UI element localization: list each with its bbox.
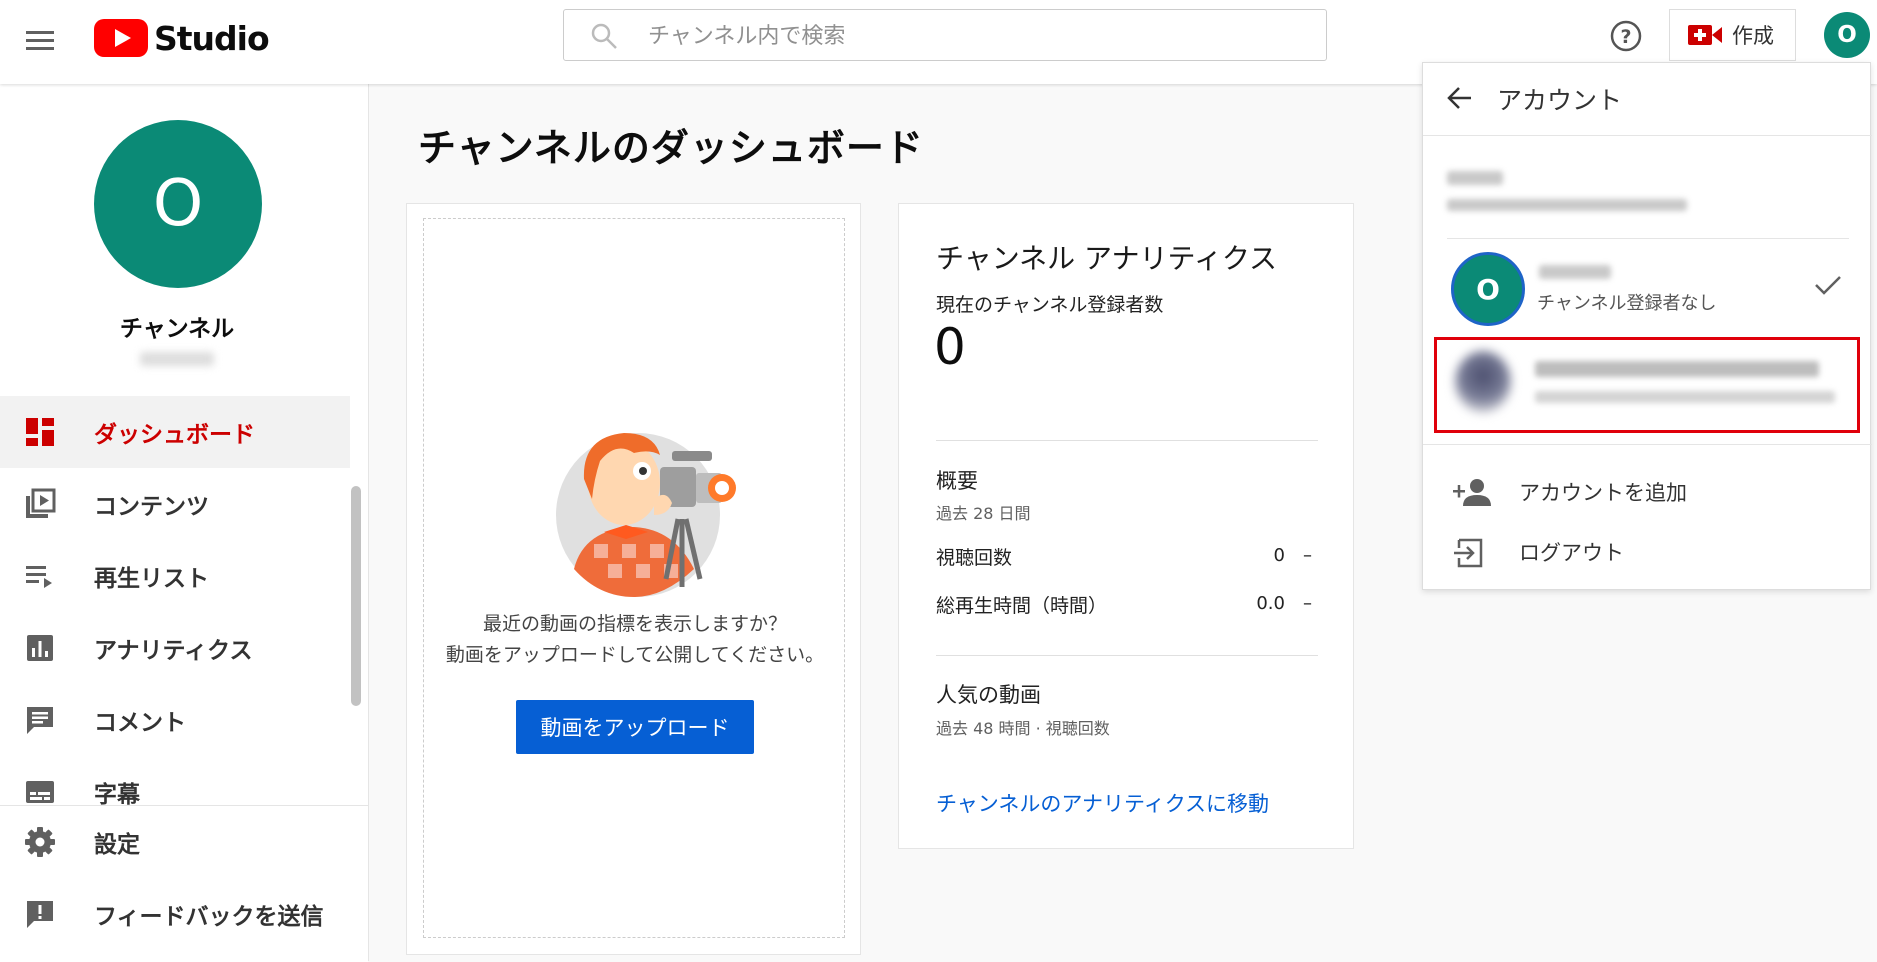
content-icon bbox=[26, 488, 56, 518]
comment-icon bbox=[27, 707, 53, 734]
dashboard-icon bbox=[26, 418, 54, 446]
account-menu-title: アカウント bbox=[1497, 86, 1623, 115]
popular-videos-period: 過去 48 時間 · 視聴回数 bbox=[936, 719, 1110, 738]
back-arrow-icon[interactable] bbox=[1445, 83, 1475, 113]
channel-subtitle-redacted bbox=[140, 352, 214, 366]
metric-views-value: 0 bbox=[1273, 545, 1285, 566]
help-icon[interactable]: ? bbox=[1608, 18, 1644, 54]
upload-prompt-line1: 最近の動画の指標を表示しますか？ bbox=[482, 613, 787, 635]
channel-name: チャンネル bbox=[119, 316, 235, 342]
divider bbox=[1423, 135, 1872, 136]
divider bbox=[936, 655, 1318, 656]
upload-card: 最近の動画の指標を表示しますか？ 動画をアップロードして公開してください。 動画… bbox=[406, 203, 861, 955]
channel-avatar[interactable]: O bbox=[94, 120, 262, 288]
menu-icon[interactable] bbox=[22, 26, 58, 56]
gear-icon bbox=[25, 827, 55, 857]
video-camera-icon bbox=[1688, 25, 1722, 45]
subscribers-label: 現在のチャンネル登録者数 bbox=[936, 294, 1164, 316]
svg-text:?: ? bbox=[1620, 26, 1631, 48]
upload-dropzone: 最近の動画の指標を表示しますか？ 動画をアップロードして公開してください。 動画… bbox=[423, 218, 845, 938]
go-to-analytics-link[interactable]: チャンネルのアナリティクスに移動 bbox=[936, 788, 1269, 818]
camera-operator-illustration bbox=[556, 433, 736, 597]
sidebar-item-label: ダッシュボード bbox=[94, 422, 255, 448]
analytics-title: チャンネル アナリティクス bbox=[936, 242, 1277, 275]
logout-item[interactable]: ログアウト bbox=[1423, 523, 1872, 581]
sidebar-item-feedback[interactable]: フィードバックを送信 bbox=[0, 878, 368, 950]
studio-logo-text: Studio bbox=[154, 18, 270, 58]
logout-icon bbox=[1454, 538, 1483, 568]
youtube-logo-icon bbox=[94, 19, 148, 57]
subtitles-icon bbox=[26, 781, 54, 803]
sidebar-item-label: フィードバックを送信 bbox=[94, 904, 324, 930]
account-menu-panel: アカウント O チャンネル登録者なし アカウントを追加 ログアウト bbox=[1422, 62, 1872, 590]
account-avatar[interactable]: O bbox=[1824, 12, 1870, 58]
sidebar-item-playlists[interactable]: 再生リスト bbox=[0, 540, 350, 612]
metric-watchtime-change: – bbox=[1303, 593, 1312, 614]
divider bbox=[1447, 238, 1849, 239]
create-button-label: 作成 bbox=[1732, 24, 1774, 48]
sidebar-item-label: 再生リスト bbox=[94, 566, 209, 592]
metric-watchtime-label: 総再生時間（時間） bbox=[936, 595, 1108, 617]
sidebar-item-settings[interactable]: 設定 bbox=[0, 806, 368, 878]
add-person-icon bbox=[1453, 479, 1491, 506]
sidebar-item-content[interactable]: コンテンツ bbox=[0, 468, 350, 540]
metric-views-label: 視聴回数 bbox=[936, 547, 1013, 569]
check-icon bbox=[1815, 276, 1841, 295]
divider bbox=[1423, 444, 1872, 445]
divider bbox=[936, 440, 1318, 441]
sidebar-item-label: コンテンツ bbox=[94, 494, 209, 520]
sidebar-nav: ダッシュボード コンテンツ 再生リスト アナリティクス コメント 字幕 bbox=[0, 396, 350, 828]
upload-prompt: 最近の動画の指標を表示しますか？ 動画をアップロードして公開してください。 bbox=[424, 609, 846, 671]
current-account-name-redacted bbox=[1539, 265, 1611, 279]
sidebar-item-label: 設定 bbox=[94, 832, 140, 858]
add-account-item[interactable]: アカウントを追加 bbox=[1423, 463, 1872, 521]
add-account-label: アカウントを追加 bbox=[1519, 481, 1687, 505]
current-account-avatar: O bbox=[1451, 252, 1525, 326]
create-button[interactable]: 作成 bbox=[1669, 9, 1796, 61]
popular-videos-heading: 人気の動画 bbox=[936, 683, 1041, 707]
sidebar-item-dashboard[interactable]: ダッシュボード bbox=[0, 396, 350, 468]
sidebar-item-label: アナリティクス bbox=[94, 638, 253, 664]
sidebar-item-comments[interactable]: コメント bbox=[0, 684, 350, 756]
metric-views-change: – bbox=[1303, 545, 1312, 566]
sidebar-item-label: コメント bbox=[94, 710, 186, 736]
current-account-subtext: チャンネル登録者なし bbox=[1537, 293, 1717, 314]
summary-heading: 概要 bbox=[936, 469, 978, 493]
sidebar-scrollbar[interactable] bbox=[351, 486, 361, 706]
upload-prompt-line2: 動画をアップロードして公開してください。 bbox=[445, 644, 825, 666]
sidebar-bottom-nav: 設定 フィードバックを送信 bbox=[0, 805, 368, 962]
sidebar-item-analytics[interactable]: アナリティクス bbox=[0, 612, 350, 684]
search-input[interactable] bbox=[646, 19, 1290, 53]
playlist-icon bbox=[26, 566, 52, 588]
metric-watchtime-value: 0.0 bbox=[1256, 593, 1285, 614]
feedback-icon bbox=[27, 901, 53, 928]
analytics-icon bbox=[27, 635, 53, 661]
subscribers-count: 0 bbox=[934, 318, 966, 376]
sidebar: O チャンネル ダッシュボード コンテンツ 再生リスト アナリティクス コメント… bbox=[0, 84, 369, 962]
search-icon[interactable] bbox=[590, 22, 618, 50]
highlight-box bbox=[1434, 337, 1860, 433]
logout-label: ログアウト bbox=[1519, 541, 1624, 565]
sidebar-item-label: 字幕 bbox=[94, 782, 140, 808]
summary-period: 過去 28 日間 bbox=[936, 504, 1031, 523]
upload-video-button[interactable]: 動画をアップロード bbox=[516, 700, 754, 754]
search-box[interactable] bbox=[563, 9, 1327, 61]
channel-analytics-card: チャンネル アナリティクス 現在のチャンネル登録者数 0 概要 過去 28 日間… bbox=[898, 203, 1354, 849]
page-title: チャンネルのダッシュボード bbox=[418, 126, 924, 170]
studio-logo[interactable]: Studio bbox=[94, 18, 270, 58]
